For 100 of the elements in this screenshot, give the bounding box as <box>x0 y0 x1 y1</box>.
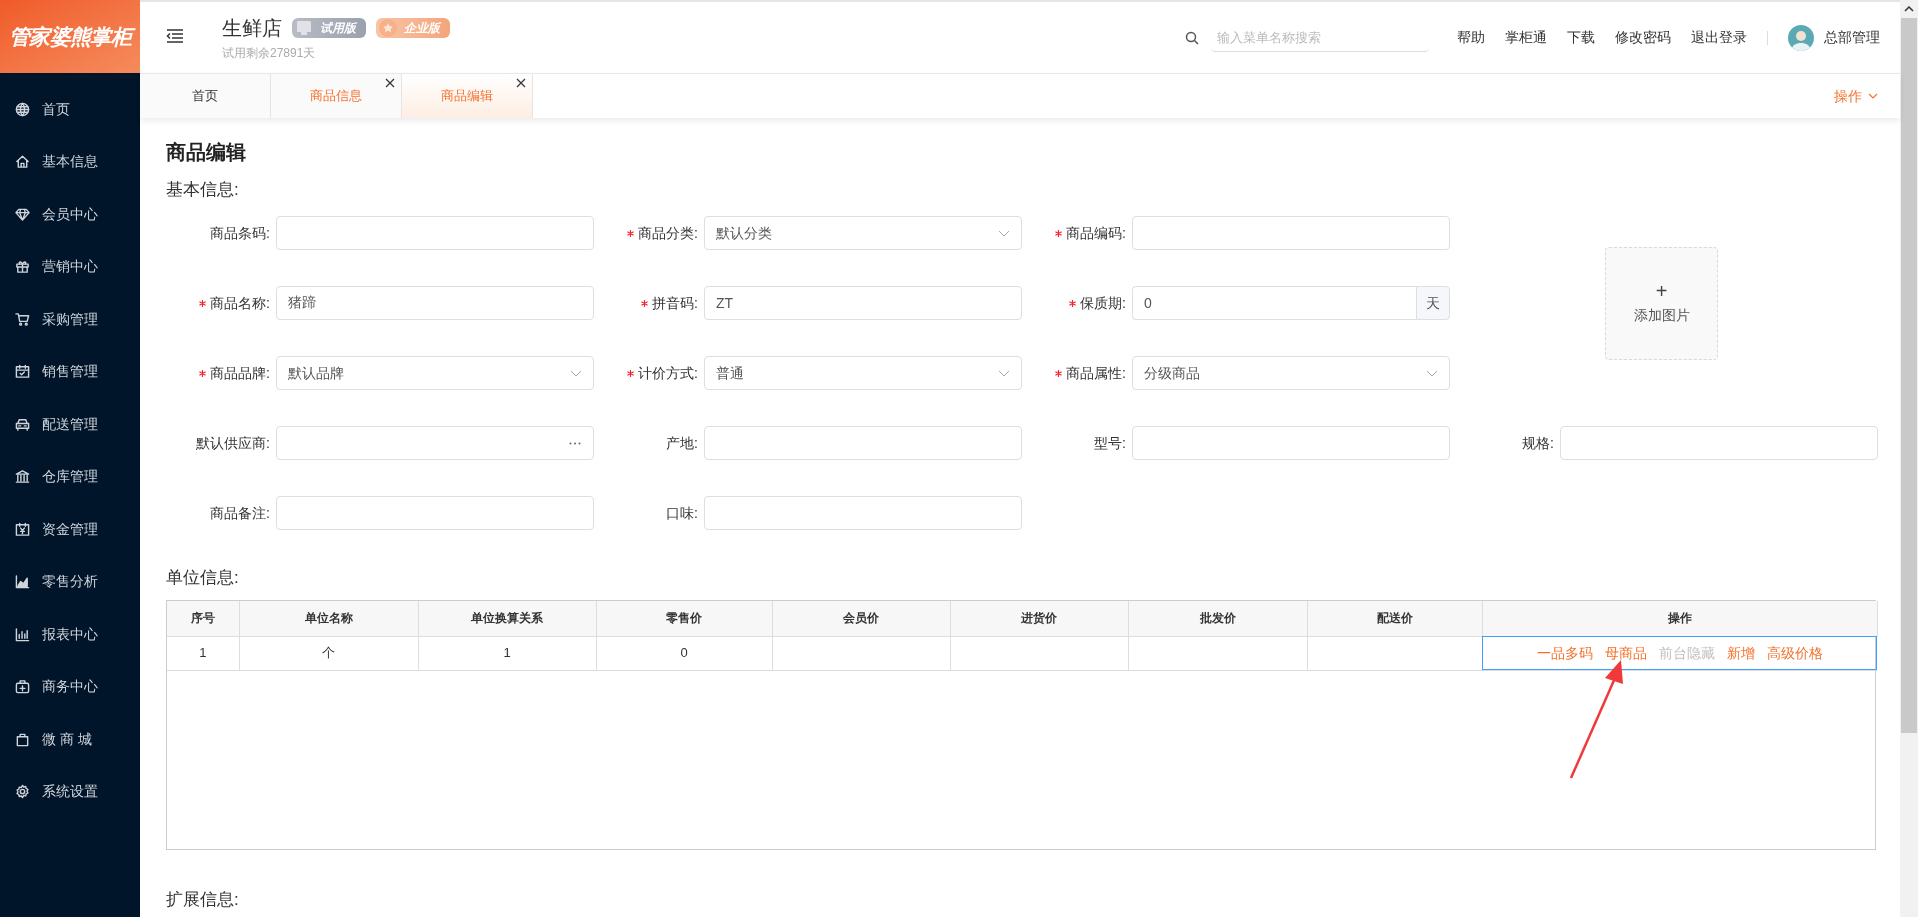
input-field[interactable] <box>276 216 594 250</box>
header-link[interactable]: 掌柜通 <box>1505 27 1547 48</box>
chevron-icon <box>1426 369 1438 377</box>
trial-remaining-note: 试用剩余27891天 <box>222 44 317 62</box>
field-label: 商品条码: <box>210 223 270 243</box>
field-label: 默认供应商: <box>196 433 270 453</box>
gift-icon <box>15 259 30 275</box>
globe-icon <box>15 101 30 117</box>
header-link[interactable]: 修改密码 <box>1615 27 1671 48</box>
input-field[interactable] <box>1132 216 1450 250</box>
bar-chart-icon <box>15 626 30 642</box>
input-field[interactable] <box>1560 426 1878 460</box>
scrollbar[interactable] <box>1900 0 1918 917</box>
upload-label: 添加图片 <box>1633 305 1690 325</box>
input-field[interactable] <box>704 426 1022 460</box>
field-label: 商品品牌: <box>210 363 270 383</box>
chevron-icon <box>998 229 1010 237</box>
field-label: 保质期: <box>1080 293 1126 313</box>
sidebar-item[interactable]: 配送管理 <box>0 398 140 451</box>
input-field[interactable] <box>276 426 594 460</box>
column-header: 进货价 <box>950 601 1128 636</box>
column-header: 操作 <box>1482 601 1877 636</box>
field-label: 规格: <box>1522 433 1554 453</box>
table-cell: 1 <box>167 636 239 670</box>
sidebar-item[interactable]: 零售分析 <box>0 555 140 608</box>
select-field[interactable]: 默认品牌 <box>276 356 594 390</box>
sidebar-item[interactable]: 基本信息 <box>0 135 140 188</box>
field-label: 商品分类: <box>638 223 698 243</box>
bank-icon <box>15 469 30 485</box>
close-icon[interactable] <box>385 78 395 88</box>
plus-icon: + <box>1655 280 1668 301</box>
input-field[interactable]: 0 <box>1132 286 1416 320</box>
input-field[interactable]: 猪蹄 <box>276 286 594 320</box>
field-label: 计价方式: <box>638 363 698 383</box>
image-upload[interactable]: + 添加图片 <box>1605 246 1718 360</box>
chevron-icon <box>570 369 582 377</box>
sidebar-item[interactable]: 会员中心 <box>0 188 140 241</box>
briefcase-icon <box>15 679 30 695</box>
column-header: 会员价 <box>772 601 950 636</box>
store-name: 生鲜店 <box>222 15 282 41</box>
section-title: 扩展信息: <box>166 889 240 911</box>
select-field[interactable]: 普通 <box>704 356 1022 390</box>
area-chart-icon <box>15 574 30 590</box>
bag-icon <box>15 731 30 747</box>
sidebar-item[interactable]: 系统设置 <box>0 765 140 818</box>
input-field[interactable] <box>1132 426 1450 460</box>
sidebar-item[interactable]: 首页 <box>0 83 140 136</box>
select-field[interactable]: 默认分类 <box>704 216 1022 250</box>
scroll-up-icon[interactable] <box>1904 6 1914 12</box>
sidebar-item[interactable]: 报表中心 <box>0 608 140 661</box>
unit-suffix: 天 <box>1416 286 1450 320</box>
user-name[interactable]: 总部管理 <box>1824 27 1880 48</box>
sidebar-item[interactable]: 资金管理 <box>0 503 140 556</box>
table-cell: 个 <box>239 636 418 670</box>
avatar[interactable] <box>1788 24 1814 51</box>
column-header: 序号 <box>167 601 239 636</box>
action-link: 前台隐藏 <box>1658 643 1715 663</box>
field-label: 商品名称: <box>210 293 270 313</box>
search-field[interactable]: 输入菜单名称搜索 <box>1211 23 1429 52</box>
table-cell: 1 <box>418 636 596 670</box>
tab[interactable]: 首页 <box>140 74 271 118</box>
field-label: 商品编码: <box>1066 223 1126 243</box>
table-cell: 0 <box>596 636 772 670</box>
column-header: 批发价 <box>1128 601 1307 636</box>
field-label: 产地: <box>666 433 698 453</box>
cart-icon <box>15 311 30 327</box>
input-field[interactable] <box>276 496 594 530</box>
field-label: 拼音码: <box>652 293 698 313</box>
field-label: 商品备注: <box>210 503 270 523</box>
column-header: 零售价 <box>596 601 772 636</box>
edition-badge: 试用版 <box>292 17 366 38</box>
sidebar-item[interactable]: 采购管理 <box>0 293 140 346</box>
search-icon <box>1185 30 1199 45</box>
diamond-icon <box>15 206 30 222</box>
sidebar-item[interactable]: 营销中心 <box>0 240 140 293</box>
section-title: 单位信息: <box>166 567 240 589</box>
edition-badge: 企业版 <box>376 17 450 38</box>
field-label: 口味: <box>666 503 698 523</box>
sidebar-item[interactable]: 商务中心 <box>0 660 140 713</box>
page-title: 商品编辑 <box>166 140 247 165</box>
calendar-icon <box>15 364 30 380</box>
car-icon <box>15 416 30 432</box>
close-icon[interactable] <box>516 78 526 88</box>
house-icon <box>15 154 30 170</box>
column-header: 单位换算关系 <box>418 601 596 636</box>
sidebar-item[interactable]: 销售管理 <box>0 345 140 398</box>
header-link[interactable]: 帮助 <box>1457 27 1485 48</box>
header-link[interactable]: 下载 <box>1567 27 1595 48</box>
header-link[interactable]: 退出登录 <box>1691 27 1747 48</box>
input-field[interactable] <box>704 496 1022 530</box>
chevron-icon <box>998 369 1010 377</box>
column-header: 单位名称 <box>239 601 418 636</box>
ellipsis-icon[interactable] <box>569 441 581 445</box>
caret-icon <box>1868 93 1878 99</box>
sidebar-item[interactable]: 微 商 城 <box>0 713 140 766</box>
input-field[interactable]: ZT <box>704 286 1022 320</box>
column-header: 配送价 <box>1307 601 1482 636</box>
sidebar-item[interactable]: 仓库管理 <box>0 450 140 503</box>
select-field[interactable]: 分级商品 <box>1132 356 1450 390</box>
gear-icon <box>15 784 30 800</box>
